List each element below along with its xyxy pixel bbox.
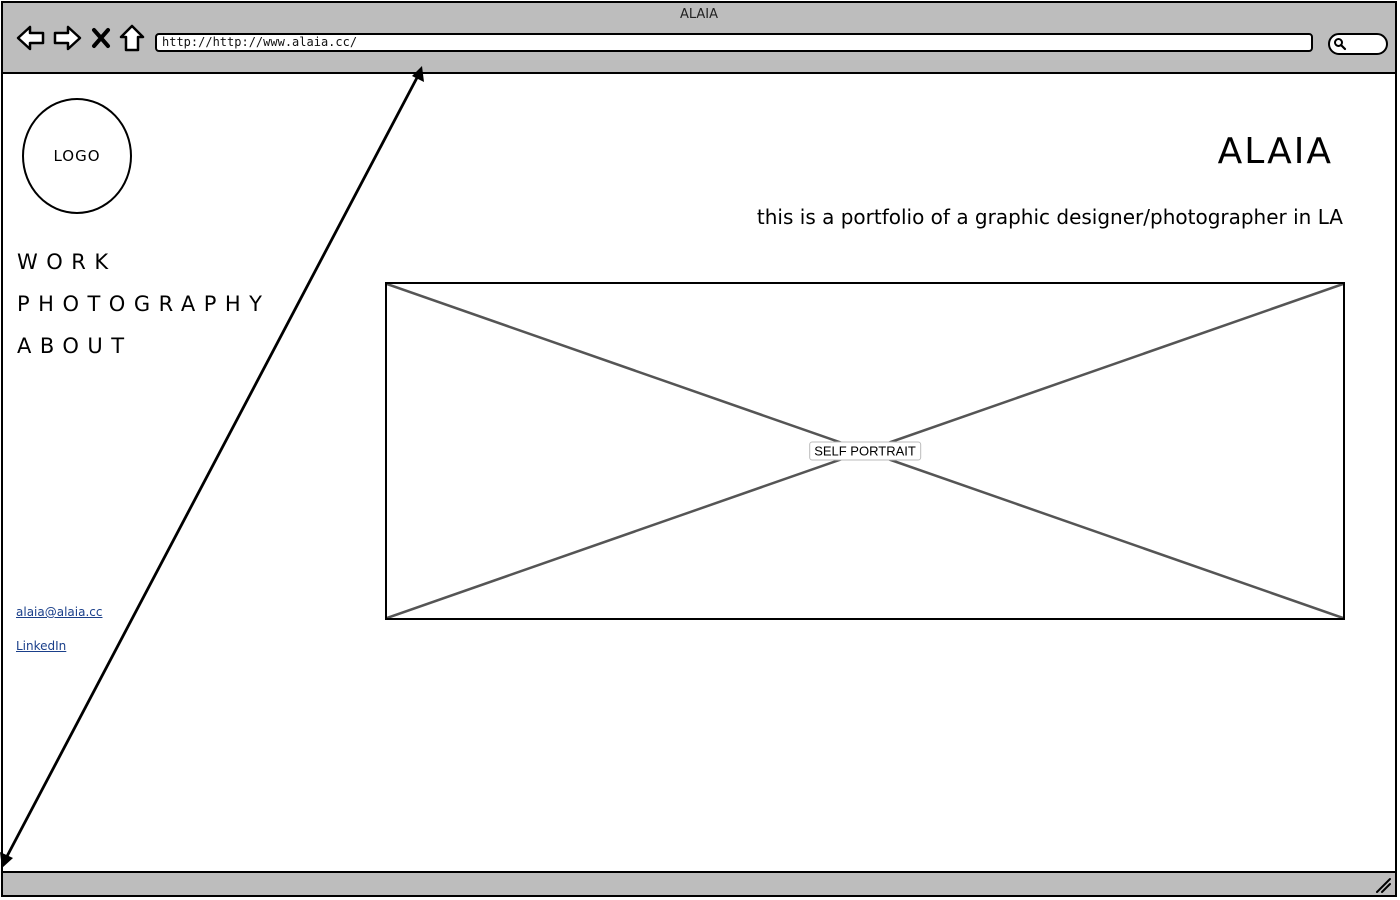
stop-button[interactable] xyxy=(88,23,114,53)
forward-button[interactable] xyxy=(52,23,82,53)
browser-window: ALAIA http://http://www.alaia.cc/ LOGO W… xyxy=(1,1,1397,897)
image-label: SELF PORTRAIT xyxy=(809,441,921,461)
home-button[interactable] xyxy=(117,23,147,53)
status-bar xyxy=(3,871,1395,895)
nav-item-photography[interactable]: PHOTOGRAPHY xyxy=(17,289,271,331)
search-box[interactable] xyxy=(1328,33,1388,55)
address-bar[interactable]: http://http://www.alaia.cc/ xyxy=(155,33,1313,52)
window-title: ALAIA xyxy=(679,7,719,22)
stop-x-icon xyxy=(92,28,110,48)
logo[interactable]: LOGO xyxy=(22,98,132,214)
logo-text: LOGO xyxy=(53,147,101,165)
resize-grip-icon[interactable] xyxy=(1375,877,1391,893)
site-title: ALAIA xyxy=(1217,131,1333,172)
search-icon xyxy=(1334,38,1347,51)
back-button[interactable] xyxy=(16,23,46,53)
forward-arrow-icon xyxy=(53,25,82,51)
self-portrait-image-placeholder: SELF PORTRAIT xyxy=(385,282,1345,620)
tagline: this is a portfolio of a graphic designe… xyxy=(756,205,1343,229)
nav-item-work[interactable]: WORK xyxy=(17,247,271,289)
home-icon xyxy=(119,24,145,52)
back-arrow-icon xyxy=(16,25,45,51)
linkedin-link[interactable]: LinkedIn xyxy=(16,639,66,653)
email-link[interactable]: alaia@alaia.cc xyxy=(16,605,102,619)
nav-item-about[interactable]: ABOUT xyxy=(17,331,271,373)
browser-toolbar: ALAIA http://http://www.alaia.cc/ xyxy=(3,3,1395,74)
sidebar-nav: WORK PHOTOGRAPHY ABOUT xyxy=(17,247,271,373)
